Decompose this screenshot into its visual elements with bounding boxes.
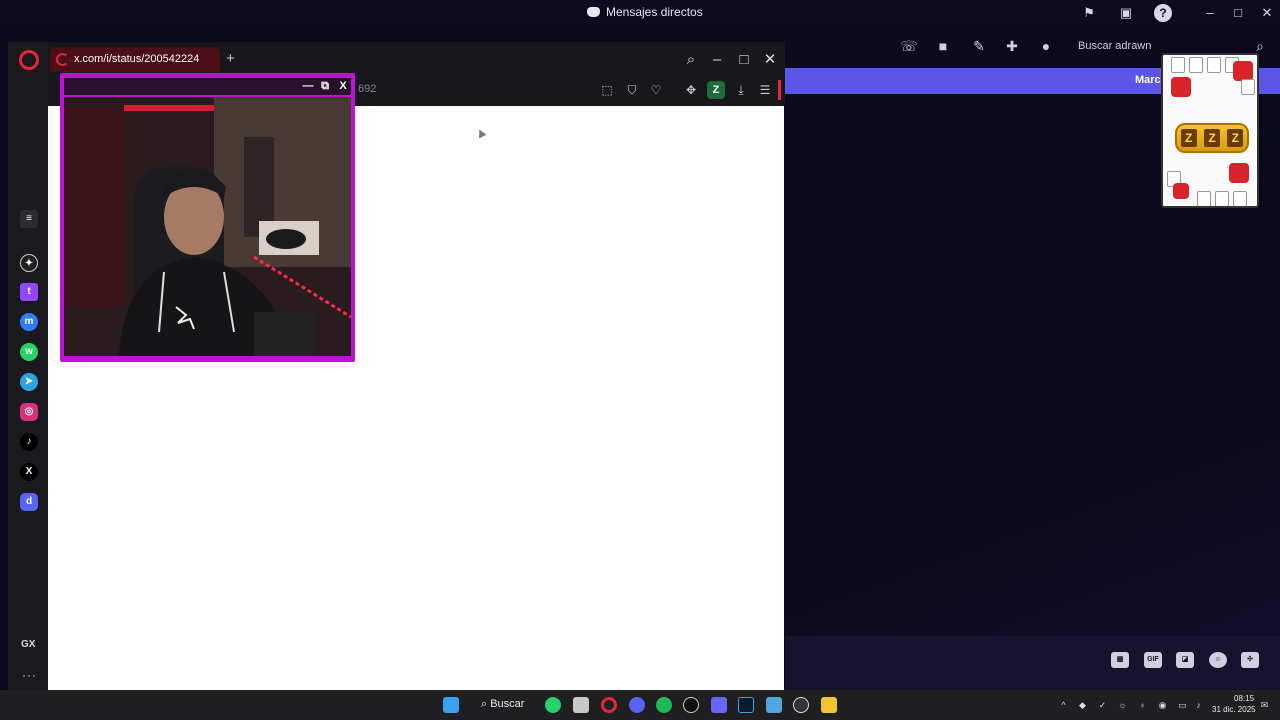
webcam-scene [64, 97, 351, 356]
inbox-icon[interactable]: ▣ [1117, 4, 1135, 22]
card-decoration [1171, 57, 1185, 73]
chevron-up-icon[interactable]: ^ [1058, 700, 1069, 710]
window-title-text: Mensajes directos [606, 5, 703, 19]
grid-app-taskbar-icon[interactable] [711, 697, 727, 713]
whatsapp-icon[interactable]: w [20, 343, 38, 361]
whatsapp-taskbar-icon[interactable] [545, 697, 561, 713]
tab-title: x.com/i/status/200542224 [74, 53, 200, 65]
gift-icon[interactable]: ▦ [1111, 652, 1129, 668]
opera-gx-taskbar-icon[interactable] [601, 697, 617, 713]
reel-symbol: Z [1203, 129, 1220, 147]
reel-symbol: Z [1180, 129, 1197, 147]
display-tray-icon[interactable]: ▭ [1177, 700, 1188, 710]
spotify-taskbar-icon[interactable] [656, 697, 672, 713]
volume-tray-icon[interactable]: ♪ [1193, 700, 1204, 710]
loading-spinner-icon [56, 53, 69, 66]
card-decoration [1197, 191, 1211, 206]
card-decoration [1233, 191, 1247, 206]
instagram-icon[interactable]: ◎ [20, 403, 38, 421]
accent-edge [778, 80, 781, 100]
address-bar[interactable]: 692 [358, 83, 376, 95]
workspace-icon[interactable]: ≡ [20, 210, 38, 228]
new-tab-button[interactable]: + [226, 50, 235, 67]
tab-search-icon[interactable]: ⌕ [682, 51, 700, 69]
emoji-icon[interactable]: ☺ [1209, 652, 1227, 668]
message-composer[interactable] [785, 636, 1280, 690]
profile-icon[interactable]: ● [1036, 36, 1056, 56]
webcam-video [64, 97, 351, 356]
reel-symbol: Z [1227, 129, 1244, 147]
apps-icon[interactable]: ✣ [1241, 652, 1259, 668]
video-icon[interactable]: ■ [933, 36, 953, 56]
clock-date[interactable]: 31 dic. 2025 [1212, 705, 1256, 714]
terminal-taskbar-icon[interactable] [738, 697, 754, 713]
help-icon[interactable]: ? [1154, 4, 1172, 22]
g-app-taskbar-icon[interactable] [683, 697, 699, 713]
notification-icon[interactable]: ✉ [1259, 700, 1270, 710]
file-explorer-taskbar-icon[interactable] [821, 697, 837, 713]
slot-machine-icon: Z Z Z [1175, 123, 1249, 153]
clock-time[interactable]: 08:15 [1234, 694, 1254, 703]
discord-taskbar-icon[interactable] [629, 697, 645, 713]
dice-icon [1171, 77, 1191, 97]
discord-tray-icon[interactable]: ◆ [1077, 700, 1088, 710]
browser-close-button[interactable]: ✕ [761, 51, 779, 69]
webcam-close-button[interactable]: X [336, 79, 350, 93]
card-decoration [1189, 57, 1203, 73]
tiktok-icon[interactable]: ♪ [20, 433, 38, 451]
extension-z-icon[interactable]: Z [707, 81, 725, 99]
webcam-restore-button[interactable]: ⧉ [318, 79, 332, 93]
calendar-taskbar-icon[interactable] [573, 697, 589, 713]
minimize-button[interactable]: – [1201, 4, 1219, 22]
browser-sidebar [8, 42, 48, 690]
start-icon[interactable] [443, 697, 459, 713]
card-decoration [1215, 191, 1229, 206]
brightness-tray-icon[interactable]: ☼ [1117, 700, 1128, 710]
chatgpt-icon[interactable]: ✦ [20, 254, 38, 272]
obs-taskbar-icon[interactable] [793, 697, 809, 713]
add-friend-icon[interactable]: ✚ [1002, 36, 1022, 56]
webcam-minimize-button[interactable]: — [301, 79, 315, 93]
steam-tray-icon[interactable]: ✓ [1097, 700, 1108, 710]
telegram-icon[interactable]: ➤ [20, 373, 38, 391]
snapshot-icon[interactable]: ⬚ [598, 81, 616, 99]
opera-gx-logo-icon[interactable] [19, 50, 39, 70]
taskbar-search[interactable]: ⌕ Buscar [481, 698, 524, 711]
pin-icon[interactable]: ✎ [969, 36, 989, 56]
network-tray-icon[interactable]: ◉ [1157, 700, 1168, 710]
download-icon[interactable]: ⤓ [732, 81, 750, 99]
heart-icon[interactable]: ♡ [647, 81, 665, 99]
dice-icon [1229, 163, 1249, 183]
microphone-tray-icon[interactable]: ♁ [1137, 700, 1148, 710]
extensions-icon[interactable]: ✥ [682, 81, 700, 99]
messenger-icon[interactable]: m [20, 313, 38, 331]
discord-icon[interactable]: d [20, 493, 38, 511]
taskbar-search-label: Buscar [490, 698, 525, 710]
gx-control-button[interactable]: GX [21, 639, 35, 650]
dice-icon [1173, 183, 1189, 199]
maximize-button[interactable]: □ [1229, 4, 1247, 22]
photos-taskbar-icon[interactable] [766, 697, 782, 713]
window-title: Mensajes directos [587, 5, 703, 19]
browser-maximize-button[interactable]: □ [735, 51, 753, 69]
search-placeholder: Buscar adrawn [1078, 40, 1152, 52]
card-decoration [1241, 79, 1255, 95]
close-button[interactable]: ✕ [1258, 4, 1276, 22]
gif-icon[interactable]: GIF [1144, 652, 1162, 668]
more-icon[interactable]: ··· [22, 668, 37, 682]
phone-icon[interactable]: ☏ [899, 36, 919, 56]
browser-minimize-button[interactable]: – [708, 51, 726, 69]
easy-setup-icon[interactable]: ☰ [756, 81, 774, 99]
flag-icon[interactable]: ⚑ [1080, 4, 1098, 22]
slot-machine-sticker: Z Z Z [1161, 53, 1259, 208]
sticker-icon[interactable]: ◪ [1176, 652, 1194, 668]
discord-icon [587, 7, 600, 17]
pocket-icon[interactable]: ⛉ [623, 81, 641, 99]
search-icon: ⌕ [481, 698, 491, 710]
dice-icon [1233, 61, 1253, 81]
twitch-icon[interactable]: t [20, 283, 38, 301]
x-icon[interactable]: X [20, 463, 38, 481]
card-decoration [1207, 57, 1221, 73]
